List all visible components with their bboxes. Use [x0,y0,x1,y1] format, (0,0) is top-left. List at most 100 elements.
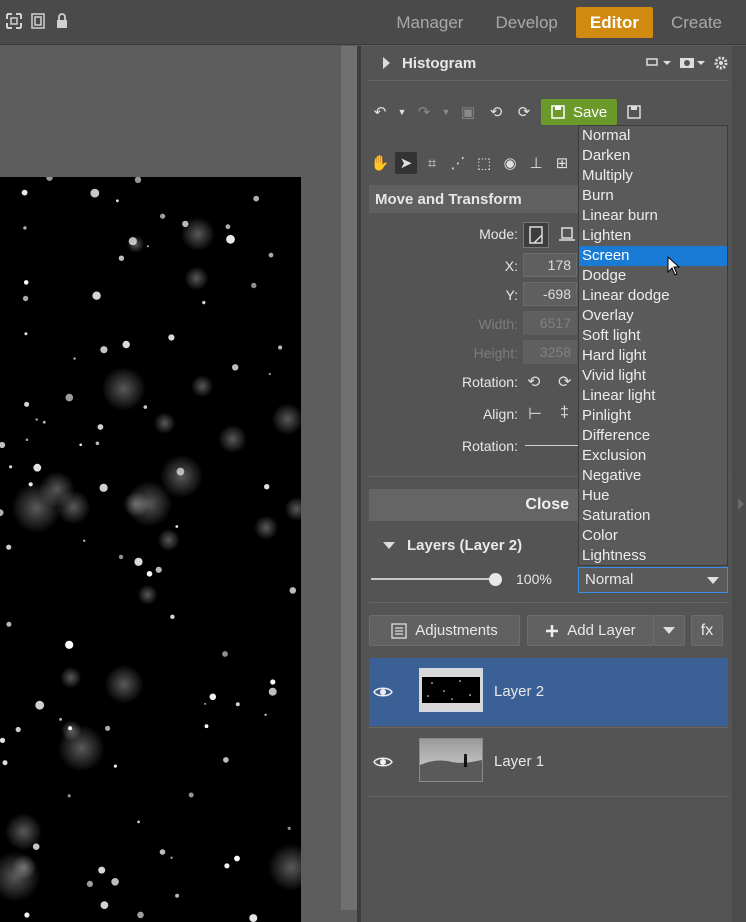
blend-mode-option[interactable]: Exclusion [579,446,727,466]
image-icon[interactable]: ▣ [457,101,479,123]
eye-icon[interactable] [373,682,393,702]
save-as-icon[interactable] [623,101,645,123]
blend-mode-option[interactable]: Multiply [579,166,727,186]
rotation-label: Rotation: [461,374,518,390]
layer-thumbnail [419,668,483,712]
x-input[interactable]: 178 [523,253,577,277]
opacity-slider[interactable] [371,578,497,580]
gear-icon[interactable] [713,55,729,71]
undo-icon[interactable]: ↶ [369,101,391,123]
canvas-scrollbar[interactable] [341,46,357,910]
panel-edge [732,46,746,922]
histogram-options-icon[interactable] [645,55,671,71]
histogram-title: Histogram [402,54,477,72]
align-left-icon[interactable]: ⊢ [528,404,542,424]
collapse-icon [383,541,395,549]
perspective-tool-icon[interactable]: ⋰ [447,152,469,174]
add-layer-button[interactable]: Add Layer [527,615,653,646]
tool-bar: ✋ ➤ ⌗ ⋰ ⬚ ◉ ⊥ ⊞ [369,148,573,178]
lock-icon[interactable] [54,13,70,29]
blend-mode-option[interactable]: Hue [579,486,727,506]
hand-tool-icon[interactable]: ✋ [369,152,391,174]
opacity-slider-handle[interactable] [489,573,502,586]
blend-mode-option[interactable]: Dodge [579,266,727,286]
align-center-icon[interactable]: ‡ [560,404,569,422]
blend-mode-option[interactable]: Linear burn [579,206,727,226]
photo-canvas[interactable] [0,177,301,922]
y-label: Y: [505,287,518,303]
blend-mode-option[interactable]: Overlay [579,306,727,326]
blend-mode-option[interactable]: Linear light [579,386,727,406]
divider [369,602,729,603]
histogram-header[interactable]: Histogram [369,48,729,78]
mode-perspective-button[interactable] [556,222,578,248]
redo-dropdown-icon[interactable]: ▼ [441,101,451,123]
blend-mode-option[interactable]: Hard light [579,346,727,366]
mask-icon[interactable] [679,55,705,71]
blend-mode-option[interactable]: Lighten [579,226,727,246]
rotation-slider[interactable] [525,445,580,446]
rotate-left-icon[interactable]: ⟲ [485,101,507,123]
layer-row[interactable]: Layer 2 [369,658,728,726]
blend-mode-option[interactable]: Lightness [579,546,727,566]
straighten-tool-icon[interactable]: ⊥ [525,152,547,174]
save-button[interactable]: Save [541,99,618,125]
eye-tool-icon[interactable]: ◉ [499,152,521,174]
eye-icon[interactable] [373,752,393,772]
mode-tab-create[interactable]: Create [657,7,736,38]
grid-tool-icon[interactable]: ⊞ [551,152,573,174]
mode-tab-develop[interactable]: Develop [481,7,571,38]
undo-dropdown-icon[interactable]: ▼ [397,101,407,123]
blend-mode-option[interactable]: Difference [579,426,727,446]
mode-label: Mode: [479,226,518,242]
layer-thumbnail [419,738,483,782]
adjustments-icon [391,622,407,639]
move-tool-icon[interactable]: ➤ [395,152,417,174]
blend-mode-value: Normal [585,571,634,588]
save-icon [551,105,565,119]
rotate-right-icon[interactable]: ⟳ [513,101,535,123]
top-bar: Manager Develop Editor Create [0,0,746,45]
rotate-ccw-icon[interactable]: ⟲ [527,372,540,392]
x-label: X: [504,258,518,274]
plus-icon [546,624,559,637]
blend-mode-option[interactable]: Saturation [579,506,727,526]
blend-mode-option[interactable]: Negative [579,466,727,486]
width-label: Width: [478,316,518,332]
adjustments-button[interactable]: Adjustments [369,615,520,646]
height-input: 3258 [523,340,577,364]
layer-row[interactable]: Layer 1 [369,728,728,796]
redo-icon[interactable]: ↷ [413,101,435,123]
blend-mode-option[interactable]: Normal [579,126,727,146]
blend-mode-option[interactable]: Vivid light [579,366,727,386]
blend-mode-option[interactable]: Screen [579,246,727,266]
selection-tool-icon[interactable]: ⬚ [473,152,495,174]
fullscreen-icon[interactable] [6,13,22,29]
layers-header[interactable]: Layers (Layer 2) [369,530,579,560]
mode-tab-manager[interactable]: Manager [382,7,477,38]
filmstrip-icon[interactable] [30,13,46,29]
layer-name: Layer 1 [494,753,545,770]
blend-mode-option[interactable]: Burn [579,186,727,206]
opacity-value: 100% [516,571,552,587]
blend-mode-option[interactable]: Darken [579,146,727,166]
blend-mode-select[interactable]: Normal [578,567,728,593]
mode-tab-editor[interactable]: Editor [575,7,653,38]
close-button[interactable]: Close [369,489,589,521]
blend-mode-dropdown: Normal Darken Multiply Burn Linear burn Light… [578,125,728,566]
blend-mode-option[interactable]: Linear dodge [579,286,727,306]
expand-icon [383,57,390,69]
add-layer-dropdown-button[interactable] [653,615,685,646]
y-input[interactable]: -698 [523,282,577,306]
blend-mode-option[interactable]: Pinlight [579,406,727,426]
blend-mode-option[interactable]: Color [579,526,727,546]
fx-button[interactable]: fx [691,615,723,646]
rotation-slider-label: Rotation: [461,438,518,454]
crop-tool-icon[interactable]: ⌗ [421,152,443,174]
fx-label: fx [700,621,714,639]
blend-mode-option[interactable]: Soft light [579,326,727,346]
rotate-cw-icon[interactable]: ⟳ [558,372,571,392]
mode-transform-button[interactable] [523,222,549,248]
align-label: Align: [482,406,518,422]
divider [369,80,729,81]
